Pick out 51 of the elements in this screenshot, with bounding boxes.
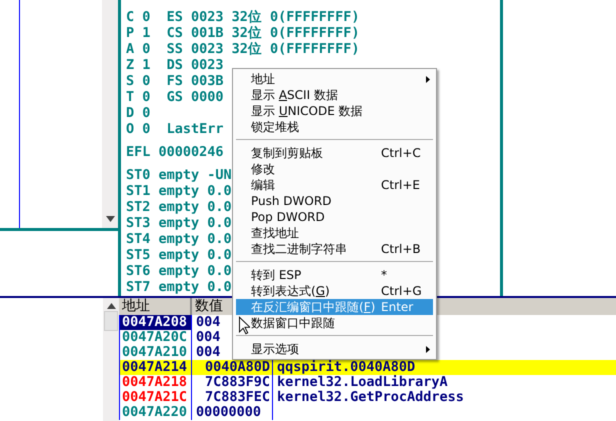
register-line: S 0 FS 003B — [126, 73, 224, 89]
address-cell[interactable]: 0047A220 — [119, 405, 192, 420]
value-cell: 00000000 — [192, 405, 273, 420]
menu-item[interactable]: Pop DWORD — [236, 209, 433, 225]
submenu-arrow-icon — [426, 76, 430, 82]
register-line: P 1 CS 001B 32位 0(FFFFFFFF) — [126, 25, 360, 41]
scroll-up-icon[interactable] — [106, 303, 116, 309]
register-line: ST6 empty 0.0 — [126, 263, 232, 279]
register-line: O 0 LastErr — [126, 121, 224, 137]
address-cell[interactable]: 0047A20C — [119, 330, 192, 345]
mouse-cursor-icon — [239, 316, 250, 335]
menu-item[interactable]: 转到 ESP * — [236, 267, 433, 283]
register-line: ST2 empty 0.0 — [126, 199, 232, 215]
register-line: D 0 — [126, 105, 150, 121]
scrollbar[interactable] — [103, 298, 119, 421]
comment-cell: qqspirit.0040A80D — [273, 360, 616, 375]
address-cell[interactable]: 0047A21C — [119, 390, 192, 405]
value-cell: 7C883FEC — [192, 390, 273, 405]
menu-item[interactable]: Push DWORD — [236, 193, 433, 209]
scrollbar[interactable] — [102, 0, 118, 228]
register-line: A 0 SS 0023 32位 0(FFFFFFFF) — [126, 41, 360, 57]
register-line: EFL 00000246 — [126, 144, 224, 160]
register-line: T 0 GS 0000 — [126, 89, 224, 105]
address-cell[interactable]: 0047A218 — [119, 375, 192, 390]
register-line: ST4 empty 0.0 — [126, 231, 232, 247]
register-line: C 0 ES 0023 32位 0(FFFFFFFF) — [126, 9, 360, 25]
menu-item[interactable]: 显示 ASCII 数据 — [236, 87, 433, 103]
menu-item[interactable]: 地址 — [236, 71, 433, 87]
register-line: ST3 empty 0.0 — [126, 215, 232, 231]
value-cell: 0040A80D — [192, 360, 273, 375]
submenu-arrow-icon — [426, 346, 430, 352]
scrollbar-thumb[interactable] — [104, 311, 118, 331]
menu-item[interactable]: 转到表达式(G) Ctrl+G — [236, 283, 433, 299]
menu-item[interactable]: 查找二进制字符串 Ctrl+B — [236, 241, 433, 257]
register-line: ST7 empty 0.0 — [126, 279, 232, 295]
scroll-down-icon[interactable] — [106, 216, 114, 222]
comment-cell-text: kernel32.LoadLibraryA — [276, 375, 449, 390]
register-line: ST1 empty 0.0 — [126, 183, 232, 199]
register-line: ST5 empty 0.0 — [126, 247, 232, 263]
register-line: ST0 empty -UN — [126, 167, 232, 183]
menu-item[interactable]: 查找地址 — [236, 225, 433, 241]
register-line: Z 1 DS 0023 — [126, 57, 224, 73]
address-cell[interactable]: 0047A208 — [119, 315, 192, 330]
comment-cell-text: kernel32.GetProcAddress — [276, 390, 465, 405]
menu-item[interactable]: 显示 UNICODE 数据 — [236, 103, 433, 119]
address-cell[interactable]: 0047A214 — [119, 360, 192, 375]
menu-item[interactable]: 编辑 Ctrl+E — [236, 177, 433, 193]
value-cell: 7C883F9C — [192, 375, 273, 390]
menu-item[interactable]: 锁定堆栈 — [236, 119, 433, 135]
menu-item[interactable]: 复制到剪贴板 Ctrl+C — [236, 145, 433, 161]
menu-item[interactable]: 修改 — [236, 161, 433, 177]
